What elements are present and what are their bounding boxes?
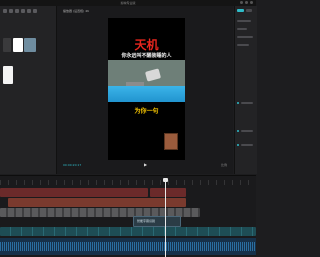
- media-thumbnail[interactable]: [3, 38, 11, 52]
- audio-waveform: [0, 242, 256, 251]
- video-caption-text: 为你一句: [134, 108, 159, 115]
- app-title: 剪映专业版: [120, 1, 136, 5]
- text-clip[interactable]: [150, 188, 186, 197]
- audio-icon[interactable]: [9, 9, 13, 13]
- property-row[interactable]: [237, 44, 249, 46]
- text-clip[interactable]: [0, 188, 148, 197]
- video-preview[interactable]: 天机 你永远叫不醒装睡的人 为你一句: [108, 18, 185, 160]
- media-thumbnail[interactable]: [3, 66, 13, 84]
- sticker-clip[interactable]: [8, 198, 186, 207]
- text-icon[interactable]: [15, 9, 19, 13]
- audio-track[interactable]: [0, 238, 256, 255]
- playhead-handle[interactable]: [163, 178, 168, 182]
- video-scene-image: [108, 60, 185, 102]
- media-thumbnail[interactable]: [13, 38, 23, 52]
- subtitle-clip-label: 智能字幕识别: [137, 219, 156, 223]
- ratio-button[interactable]: 比例: [221, 163, 227, 167]
- media-thumbnail[interactable]: [24, 38, 36, 52]
- toggle-icon[interactable]: [237, 144, 239, 146]
- tab-audio[interactable]: [246, 9, 252, 12]
- subtitle-clip[interactable]: 智能字幕识别: [133, 216, 181, 227]
- video-title-text: 天机: [134, 38, 159, 52]
- current-time: 00:00:20:17: [63, 163, 82, 167]
- property-row[interactable]: [241, 102, 253, 104]
- time-ruler[interactable]: [0, 180, 256, 185]
- video-clip[interactable]: [0, 227, 256, 236]
- minimize-icon[interactable]: [240, 1, 243, 4]
- play-icon[interactable]: ▶: [144, 162, 147, 167]
- tab-video[interactable]: [237, 9, 244, 12]
- sticker-icon[interactable]: [21, 9, 25, 13]
- player-panel: 播放器 (设置框) 4K 天机 你永远叫不醒装睡的人 为你一句 00:00:20…: [57, 6, 233, 174]
- toggle-icon[interactable]: [237, 102, 239, 104]
- property-row[interactable]: [237, 20, 251, 22]
- video-subtitle-text: 你永远叫不醒装睡的人: [121, 53, 172, 59]
- property-row[interactable]: [237, 36, 253, 38]
- media-icon[interactable]: [3, 9, 7, 13]
- transition-icon[interactable]: [33, 9, 37, 13]
- timeline-panel: 智能字幕识别: [0, 175, 256, 257]
- media-panel: [0, 6, 57, 174]
- toggle-icon[interactable]: [237, 130, 239, 132]
- property-row[interactable]: [241, 144, 253, 146]
- maximize-icon[interactable]: [245, 1, 248, 4]
- poster-image: [164, 133, 178, 150]
- properties-panel: [234, 6, 257, 174]
- close-icon[interactable]: [250, 1, 253, 4]
- property-row[interactable]: [237, 28, 247, 30]
- player-title: 播放器 (设置框) 4K: [63, 9, 90, 13]
- effects-icon[interactable]: [27, 9, 31, 13]
- playhead[interactable]: [163, 178, 168, 257]
- property-row[interactable]: [241, 130, 253, 132]
